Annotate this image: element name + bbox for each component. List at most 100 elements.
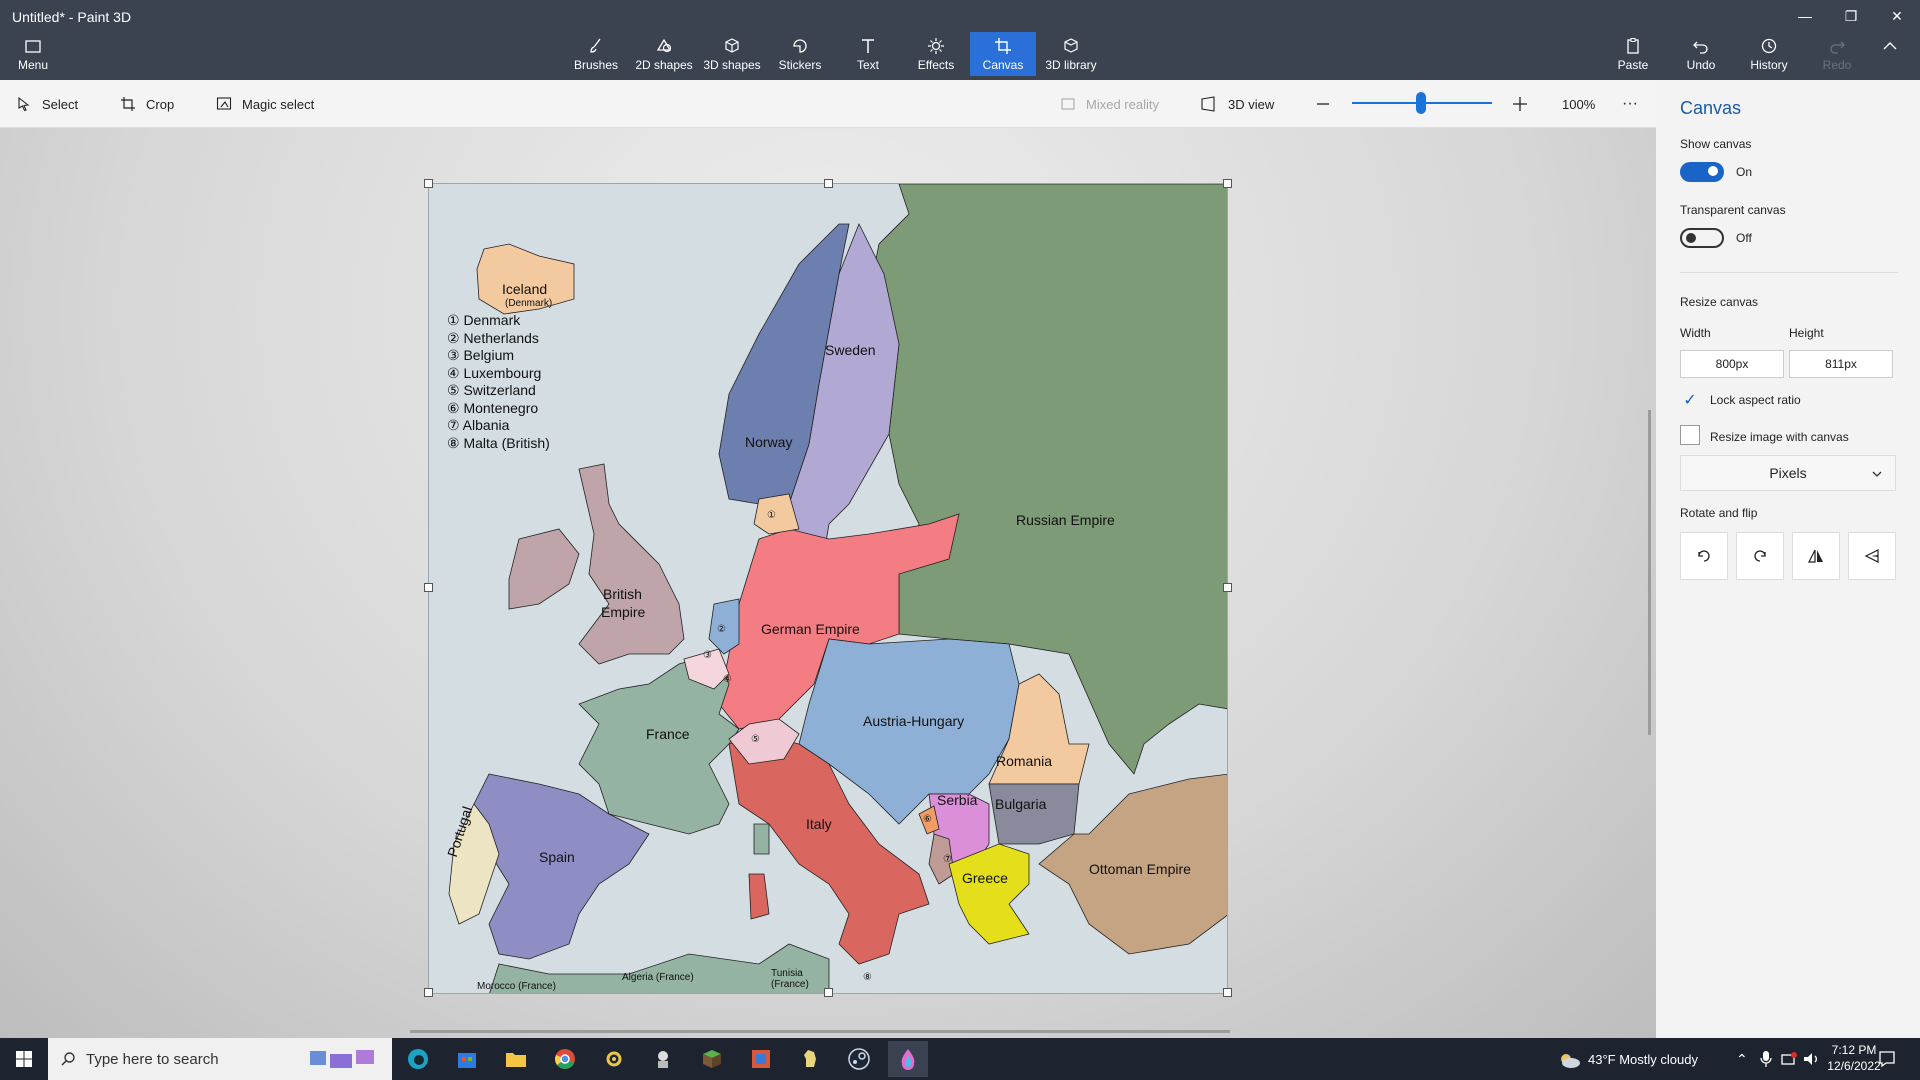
map-canvas[interactable]: ① Denmark ② Netherlands ③ Belgium ④ Luxe…: [428, 183, 1228, 994]
crop-label: Crop: [146, 96, 175, 112]
undo-button[interactable]: Undo: [1668, 36, 1734, 72]
rotate-right-button[interactable]: [1736, 532, 1784, 580]
start-button[interactable]: [0, 1038, 48, 1080]
flip-horizontal-button[interactable]: [1792, 532, 1840, 580]
taskbar-steam[interactable]: [839, 1041, 879, 1077]
marker-switzerland: ⑤: [751, 734, 760, 745]
tool-3d-shapes[interactable]: 3D shapes: [699, 36, 765, 72]
label-sweden: Sweden: [825, 342, 876, 358]
resize-handle-right[interactable]: [1223, 583, 1232, 592]
tool-label: Canvas: [982, 58, 1024, 72]
title-ribbon-bar: Untitled* - Paint 3D — ❐ ✕ Menu Brushes …: [0, 0, 1920, 80]
taskbar-file-explorer[interactable]: [496, 1041, 536, 1077]
show-canvas-toggle[interactable]: [1680, 162, 1724, 182]
horizontal-scrollbar[interactable]: [410, 1030, 1230, 1033]
label-serbia: Serbia: [937, 792, 978, 808]
tool-2d-shapes[interactable]: 2D shapes: [631, 36, 697, 72]
lock-aspect-checkbox[interactable]: ✓: [1680, 390, 1700, 410]
notification-icon: [1879, 1051, 1895, 1068]
zoom-out-button[interactable]: [1316, 80, 1340, 128]
rotate-right-icon: [1754, 550, 1766, 562]
taskbar-edge[interactable]: [398, 1041, 438, 1077]
network-icon[interactable]: [1780, 1038, 1798, 1080]
taskbar-app-9[interactable]: [790, 1041, 830, 1077]
zoom-percent[interactable]: 100%: [1562, 80, 1595, 128]
vertical-scrollbar[interactable]: [1648, 410, 1651, 735]
taskbar-paint-3d[interactable]: [888, 1041, 928, 1077]
paste-button[interactable]: Paste: [1600, 36, 1666, 72]
resize-handle-bottom-left[interactable]: [424, 988, 433, 997]
taskbar-search-box[interactable]: Type here to search: [48, 1038, 392, 1080]
system-clock[interactable]: 7:12 PM 12/6/2022: [1824, 1042, 1884, 1074]
mixed-reality-icon: [1061, 98, 1075, 110]
resize-handle-top-left[interactable]: [424, 179, 433, 188]
select-label: Select: [42, 96, 79, 112]
marker-belgium: ③: [703, 650, 712, 661]
resize-image-checkbox[interactable]: [1680, 425, 1700, 445]
tool-3d-library[interactable]: 3D library: [1038, 36, 1104, 72]
label-norway: Norway: [745, 434, 793, 450]
tool-canvas[interactable]: Canvas: [970, 32, 1036, 76]
tool-effects[interactable]: Effects: [903, 36, 969, 72]
taskbar-minecraft[interactable]: [692, 1041, 732, 1077]
notifications-button[interactable]: [1878, 1038, 1896, 1080]
speaker-icon: [1804, 1053, 1817, 1065]
menu-button[interactable]: Menu: [0, 36, 66, 72]
resize-handle-bottom[interactable]: [824, 988, 833, 997]
taskbar-store[interactable]: [447, 1041, 487, 1077]
resize-handle-top[interactable]: [824, 179, 833, 188]
minimize-button[interactable]: —: [1782, 0, 1828, 32]
width-input[interactable]: 800px: [1680, 350, 1784, 378]
text-icon: [862, 39, 874, 53]
units-dropdown[interactable]: Pixels: [1680, 455, 1896, 491]
more-options-button[interactable]: ···: [1622, 80, 1638, 128]
tool-text[interactable]: Text: [835, 36, 901, 72]
collapse-ribbon-button[interactable]: [1862, 36, 1918, 58]
flip-vertical-icon: [1864, 549, 1879, 563]
zoom-in-button[interactable]: [1512, 80, 1538, 128]
resize-handle-bottom-right[interactable]: [1223, 988, 1232, 997]
clipboard-icon: [1627, 38, 1639, 54]
transparent-canvas-label: Transparent canvas: [1680, 203, 1786, 217]
3d-view-button[interactable]: 3D view: [1200, 80, 1274, 128]
tray-overflow[interactable]: ⌃: [1736, 1038, 1748, 1080]
resize-handle-left[interactable]: [424, 583, 433, 592]
folder-icon: [506, 1053, 526, 1067]
volume-icon[interactable]: [1802, 1038, 1820, 1080]
label-british-1: British: [603, 586, 642, 602]
label-bulgaria: Bulgaria: [995, 796, 1047, 812]
windows-logo-icon: [16, 1051, 32, 1067]
taskbar-app-6[interactable]: [643, 1041, 683, 1077]
taskbar-app-8[interactable]: [741, 1041, 781, 1077]
rotate-left-button[interactable]: [1680, 532, 1728, 580]
weather-widget[interactable]: 43°F Mostly cloudy: [1556, 1038, 1698, 1080]
resize-handle-top-right[interactable]: [1223, 179, 1232, 188]
redo-label: Redo: [1822, 58, 1852, 72]
tool-stickers[interactable]: Stickers: [767, 36, 833, 72]
label-iceland: Iceland: [502, 281, 548, 297]
taskbar-settings-app[interactable]: [594, 1041, 634, 1077]
history-button[interactable]: History: [1736, 36, 1802, 72]
crop-button[interactable]: Crop: [120, 80, 174, 128]
microphone-icon[interactable]: [1760, 1038, 1772, 1080]
label-italy: Italy: [806, 816, 832, 832]
select-button[interactable]: Select: [16, 80, 78, 128]
magic-select-icon: [216, 97, 232, 110]
label-greece: Greece: [962, 870, 1008, 886]
tool-brushes[interactable]: Brushes: [563, 36, 629, 72]
chrome-icon: [555, 1049, 575, 1069]
legend-item: ② Netherlands: [447, 329, 539, 346]
gear-icon: [606, 1051, 622, 1067]
height-input[interactable]: 811px: [1789, 350, 1893, 378]
label-france: France: [646, 726, 690, 742]
redo-button[interactable]: Redo: [1804, 36, 1870, 72]
taskbar-chrome[interactable]: [545, 1041, 585, 1077]
mixed-reality-button[interactable]: Mixed reality: [1060, 80, 1159, 128]
magic-select-button[interactable]: Magic select: [216, 80, 314, 128]
restore-button[interactable]: ❐: [1828, 0, 1874, 32]
flip-vertical-button[interactable]: [1848, 532, 1896, 580]
zoom-slider-thumb[interactable]: [1416, 92, 1426, 114]
brush-icon: [590, 38, 601, 53]
transparent-canvas-toggle[interactable]: [1680, 228, 1724, 248]
close-button[interactable]: ✕: [1874, 0, 1920, 32]
